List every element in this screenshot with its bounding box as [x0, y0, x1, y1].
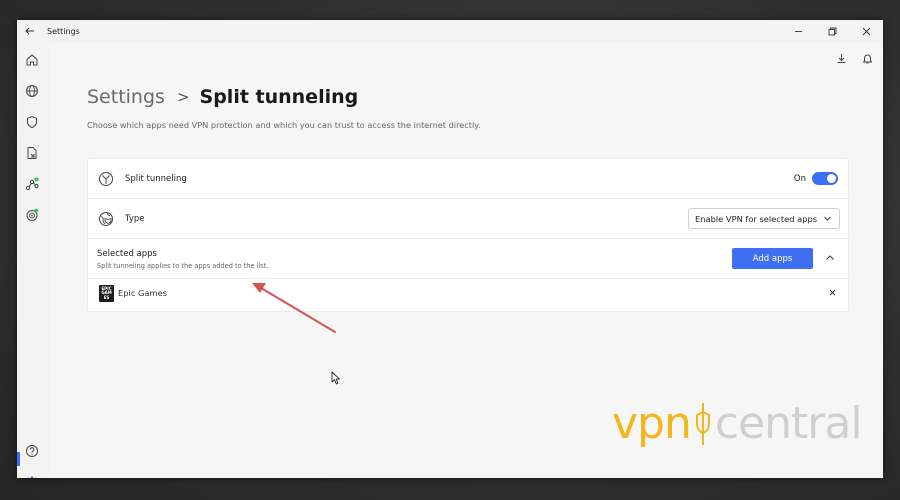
- page-subtitle: Choose which apps need VPN protection an…: [87, 120, 481, 130]
- app-name: Epic Games: [118, 288, 168, 298]
- globe-shield-icon: [99, 212, 113, 226]
- app-list-item: EPIC GAMES Epic Games: [88, 279, 850, 313]
- close-button[interactable]: [849, 20, 883, 42]
- download-icon: [837, 53, 845, 63]
- watermark-vpn-text: vpn: [612, 398, 692, 449]
- shield-logo-icon: [695, 402, 710, 445]
- top-toolbar: [833, 50, 883, 66]
- window-controls: [781, 20, 883, 42]
- maximize-button[interactable]: [815, 20, 849, 42]
- sidebar-item-meshnet[interactable]: [23, 175, 41, 193]
- sidebar-item-home[interactable]: [23, 51, 41, 69]
- epic-games-logo: EPIC GAMES: [99, 285, 114, 302]
- split-arrows-icon: [99, 172, 113, 186]
- chevron-up-icon: [826, 255, 834, 260]
- type-label: Type: [125, 214, 145, 224]
- split-tunneling-toggle[interactable]: [812, 172, 838, 185]
- breadcrumb: Settings > Split tunneling: [87, 86, 358, 108]
- sidebar-item-threat-protection[interactable]: [23, 206, 41, 224]
- sidebar-item-split-tunneling[interactable]: [23, 144, 41, 162]
- minimize-icon: [794, 30, 802, 32]
- split-tunneling-row: Split tunneling On: [88, 159, 850, 199]
- vpn-type-select[interactable]: Enable VPN for selected apps: [688, 208, 840, 229]
- close-icon: [829, 289, 836, 296]
- settings-gear-icon: [27, 476, 37, 478]
- active-nav-indicator: [17, 452, 20, 466]
- cursor-icon: [331, 371, 340, 385]
- back-arrow-icon: [25, 27, 34, 35]
- download-button[interactable]: [833, 50, 849, 66]
- toggle-state-label: On: [793, 174, 806, 184]
- breadcrumb-settings[interactable]: Settings: [87, 86, 165, 108]
- collapse-button[interactable]: [823, 251, 837, 265]
- minimize-button[interactable]: [781, 20, 815, 42]
- title-bar: Settings: [17, 20, 883, 42]
- mouse-cursor: [331, 370, 341, 389]
- breadcrumb-separator: >: [176, 88, 190, 106]
- sidebar-item-settings[interactable]: [23, 473, 41, 478]
- notification-bell-icon: [862, 54, 872, 63]
- split-tunneling-label: Split tunneling: [125, 174, 187, 184]
- split-tunneling-icon: [27, 147, 37, 159]
- toggle-knob: [827, 174, 836, 183]
- chevron-down-icon: [824, 216, 831, 221]
- selected-apps-description: Split tunneling applies to the apps adde…: [97, 262, 269, 270]
- notifications-button[interactable]: [859, 50, 875, 66]
- threat-protection-icon: [26, 208, 39, 221]
- vpn-type-selected-value: Enable VPN for selected apps: [695, 214, 818, 224]
- split-tunneling-card: Split tunneling On Type Enable VPN for s…: [87, 158, 850, 313]
- remove-app-button[interactable]: [829, 289, 836, 298]
- back-button[interactable]: [17, 20, 43, 42]
- window-title: Settings: [47, 26, 80, 36]
- vpncentral-watermark: vpn central: [612, 398, 863, 449]
- meshnet-icon: [25, 177, 39, 191]
- help-icon: [26, 445, 38, 457]
- selected-apps-row: Selected apps Split tunneling applies to…: [88, 239, 850, 279]
- add-apps-button[interactable]: Add apps: [732, 248, 813, 269]
- shield-icon: [27, 116, 37, 128]
- selected-apps-title: Selected apps: [97, 249, 157, 259]
- page-title: Split tunneling: [199, 86, 359, 108]
- type-row: Type Enable VPN for selected apps: [88, 199, 850, 239]
- sidebar-item-globe[interactable]: [23, 82, 41, 100]
- epic-games-logo-text: EPIC GAMES: [101, 285, 112, 300]
- globe-icon: [26, 85, 38, 97]
- close-icon: [862, 27, 870, 35]
- home-icon: [26, 54, 38, 66]
- watermark-central-text: central: [714, 398, 863, 449]
- sidebar-item-help[interactable]: [23, 442, 41, 460]
- restore-icon: [828, 27, 836, 35]
- sidebar: [17, 42, 47, 478]
- sidebar-item-shield[interactable]: [23, 113, 41, 131]
